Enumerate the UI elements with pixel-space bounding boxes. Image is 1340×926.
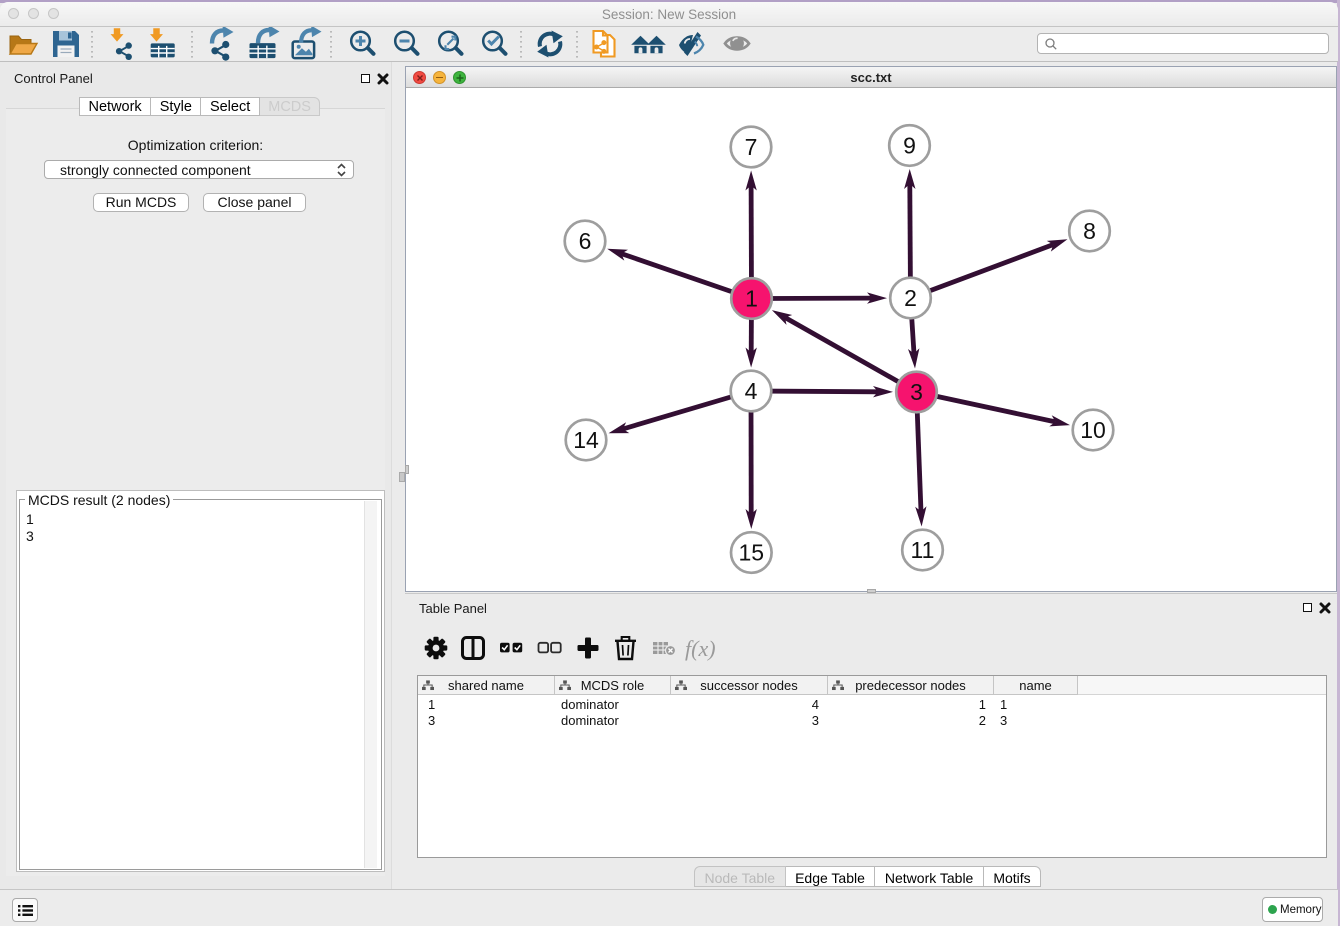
svg-text:9: 9	[903, 133, 916, 159]
svg-text:8: 8	[1083, 218, 1096, 244]
svg-text:10: 10	[1080, 417, 1106, 443]
svg-text:f(x): f(x)	[685, 636, 716, 661]
svg-text:2: 2	[904, 285, 917, 311]
svg-text:11: 11	[911, 537, 935, 563]
svg-text:15: 15	[739, 540, 765, 566]
svg-text:3: 3	[910, 379, 923, 405]
svg-text:4: 4	[745, 378, 758, 404]
svg-text:6: 6	[579, 228, 592, 254]
svg-text:1: 1	[745, 286, 758, 312]
svg-text:14: 14	[573, 427, 599, 453]
svg-text:7: 7	[745, 134, 758, 160]
